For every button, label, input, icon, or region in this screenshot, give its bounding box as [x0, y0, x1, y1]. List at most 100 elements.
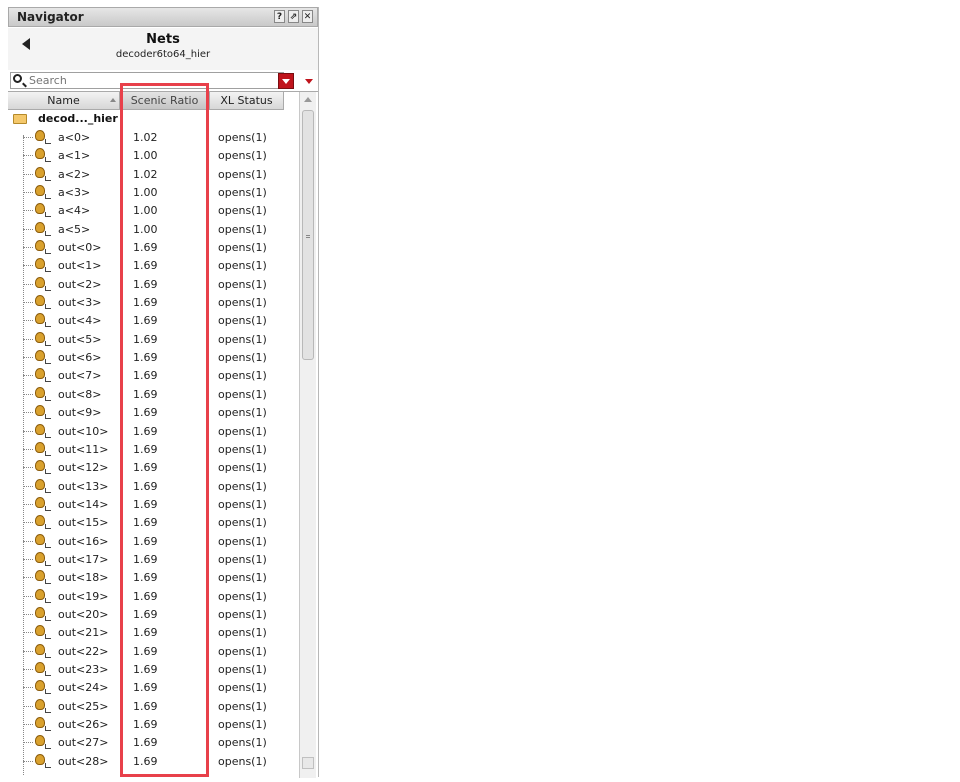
net-icon: [35, 185, 51, 200]
table-row[interactable]: out<5> 1.69 opens(1): [8, 330, 298, 348]
chevron-down-icon[interactable]: [305, 79, 313, 84]
table-row[interactable]: out<0> 1.69 opens(1): [8, 238, 298, 256]
scroll-thumb[interactable]: [302, 110, 314, 360]
xl-status-value: opens(1): [218, 314, 267, 328]
table-row[interactable]: out<3> 1.69 opens(1): [8, 293, 298, 311]
net-name: out<3>: [58, 296, 102, 310]
scenic-ratio-value: 1.69: [133, 369, 158, 383]
tree-connector-line: [23, 613, 33, 615]
table-row[interactable]: out<14> 1.69 opens(1): [8, 495, 298, 513]
table-row[interactable]: out<4> 1.69 opens(1): [8, 311, 298, 329]
xl-status-value: opens(1): [218, 681, 267, 695]
help-button[interactable]: ?: [274, 10, 285, 23]
table-row[interactable]: out<2> 1.69 opens(1): [8, 275, 298, 293]
table-row[interactable]: out<11> 1.69 opens(1): [8, 440, 298, 458]
table-row[interactable]: out<18> 1.69 opens(1): [8, 568, 298, 586]
xl-status-value: opens(1): [218, 497, 267, 511]
table-row[interactable]: out<19> 1.69 opens(1): [8, 587, 298, 605]
table-row[interactable]: out<28> 1.69 opens(1): [8, 752, 298, 770]
scenic-ratio-value: 1.00: [133, 204, 158, 218]
table-row[interactable]: out<22> 1.69 opens(1): [8, 642, 298, 660]
net-name: out<7>: [58, 369, 102, 383]
table-row[interactable]: a<0> 1.02 opens(1): [8, 128, 298, 146]
net-icon: [35, 680, 51, 695]
table-row[interactable]: out<27> 1.69 opens(1): [8, 733, 298, 751]
search-input[interactable]: [29, 73, 279, 88]
scenic-ratio-value: 1.69: [133, 681, 158, 695]
scenic-ratio-value: 1.69: [133, 534, 158, 548]
tree-connector-line: [23, 283, 33, 285]
xl-status-value: opens(1): [218, 534, 267, 548]
table-row[interactable]: out<16> 1.69 opens(1): [8, 532, 298, 550]
table-row[interactable]: out<20> 1.69 opens(1): [8, 605, 298, 623]
net-icon: [35, 515, 51, 530]
table-row[interactable]: a<2> 1.02 opens(1): [8, 165, 298, 183]
table-row[interactable]: out<8> 1.69 opens(1): [8, 385, 298, 403]
net-icon: [35, 478, 51, 493]
tree-connector-line: [23, 448, 33, 450]
float-button[interactable]: ⇗: [288, 10, 299, 23]
net-icon: [35, 240, 51, 255]
table-row[interactable]: out<24> 1.69 opens(1): [8, 678, 298, 696]
net-name: out<22>: [58, 644, 109, 658]
net-icon: [35, 570, 51, 585]
tree-root-label: decod..._hier: [38, 112, 118, 125]
table-row[interactable]: out<12> 1.69 opens(1): [8, 458, 298, 476]
table-row[interactable]: out<26> 1.69 opens(1): [8, 715, 298, 733]
table-row[interactable]: a<4> 1.00 opens(1): [8, 201, 298, 219]
tree-connector-line: [23, 302, 33, 304]
xl-status-value: opens(1): [218, 387, 267, 401]
net-name: a<4>: [58, 204, 91, 218]
tree-root-row[interactable]: decod..._hier: [8, 110, 298, 128]
net-name: out<24>: [58, 681, 109, 695]
table-row[interactable]: out<7> 1.69 opens(1): [8, 366, 298, 384]
table-row[interactable]: a<5> 1.00 opens(1): [8, 220, 298, 238]
search-box[interactable]: [10, 72, 284, 89]
xl-status-value: opens(1): [218, 607, 267, 621]
tree-connector-line: [23, 522, 33, 524]
scenic-ratio-value: 1.69: [133, 424, 158, 438]
column-header-name[interactable]: Name: [8, 92, 120, 110]
net-name: a<5>: [58, 222, 91, 236]
scenic-ratio-value: 1.69: [133, 699, 158, 713]
table-row[interactable]: out<13> 1.69 opens(1): [8, 477, 298, 495]
net-name: out<13>: [58, 479, 109, 493]
table-row[interactable]: out<9> 1.69 opens(1): [8, 403, 298, 421]
table-row[interactable]: out<25> 1.69 opens(1): [8, 697, 298, 715]
tree-connector-line: [23, 210, 33, 212]
filter-dropdown-icon[interactable]: [278, 73, 294, 89]
vertical-scrollbar[interactable]: [299, 92, 316, 778]
table-row[interactable]: a<3> 1.00 opens(1): [8, 183, 298, 201]
xl-status-value: opens(1): [218, 644, 267, 658]
column-header-xl-status[interactable]: XL Status: [210, 92, 284, 110]
scenic-ratio-value: 1.69: [133, 662, 158, 676]
table-row[interactable]: out<17> 1.69 opens(1): [8, 550, 298, 568]
net-icon: [35, 496, 51, 511]
close-button[interactable]: ✕: [302, 10, 313, 23]
sort-caret-icon: [110, 98, 116, 102]
scroll-down-icon[interactable]: [302, 757, 314, 769]
net-icon: [35, 350, 51, 365]
net-icon: [35, 166, 51, 181]
xl-status-value: opens(1): [218, 699, 267, 713]
net-name: out<2>: [58, 277, 102, 291]
window-title: Navigator: [17, 10, 84, 24]
xl-status-value: opens(1): [218, 332, 267, 346]
scenic-ratio-value: 1.69: [133, 589, 158, 603]
column-header-scenic-ratio[interactable]: Scenic Ratio: [120, 92, 210, 110]
table-row[interactable]: out<6> 1.69 opens(1): [8, 348, 298, 366]
xl-status-value: opens(1): [218, 718, 267, 731]
table-row[interactable]: out<10> 1.69 opens(1): [8, 422, 298, 440]
net-name: out<4>: [58, 314, 102, 328]
tree-connector-line: [23, 668, 33, 670]
xl-status-value: opens(1): [218, 662, 267, 676]
table-row[interactable]: out<23> 1.69 opens(1): [8, 660, 298, 678]
table-row[interactable]: out<21> 1.69 opens(1): [8, 623, 298, 641]
scenic-ratio-value: 1.69: [133, 461, 158, 475]
table-row[interactable]: out<15> 1.69 opens(1): [8, 513, 298, 531]
table-row[interactable]: out<1> 1.69 opens(1): [8, 256, 298, 274]
table-row[interactable]: a<1> 1.00 opens(1): [8, 146, 298, 164]
tree-connector-line: [23, 705, 33, 707]
scroll-up-icon[interactable]: [304, 97, 312, 102]
net-icon: [35, 423, 51, 438]
